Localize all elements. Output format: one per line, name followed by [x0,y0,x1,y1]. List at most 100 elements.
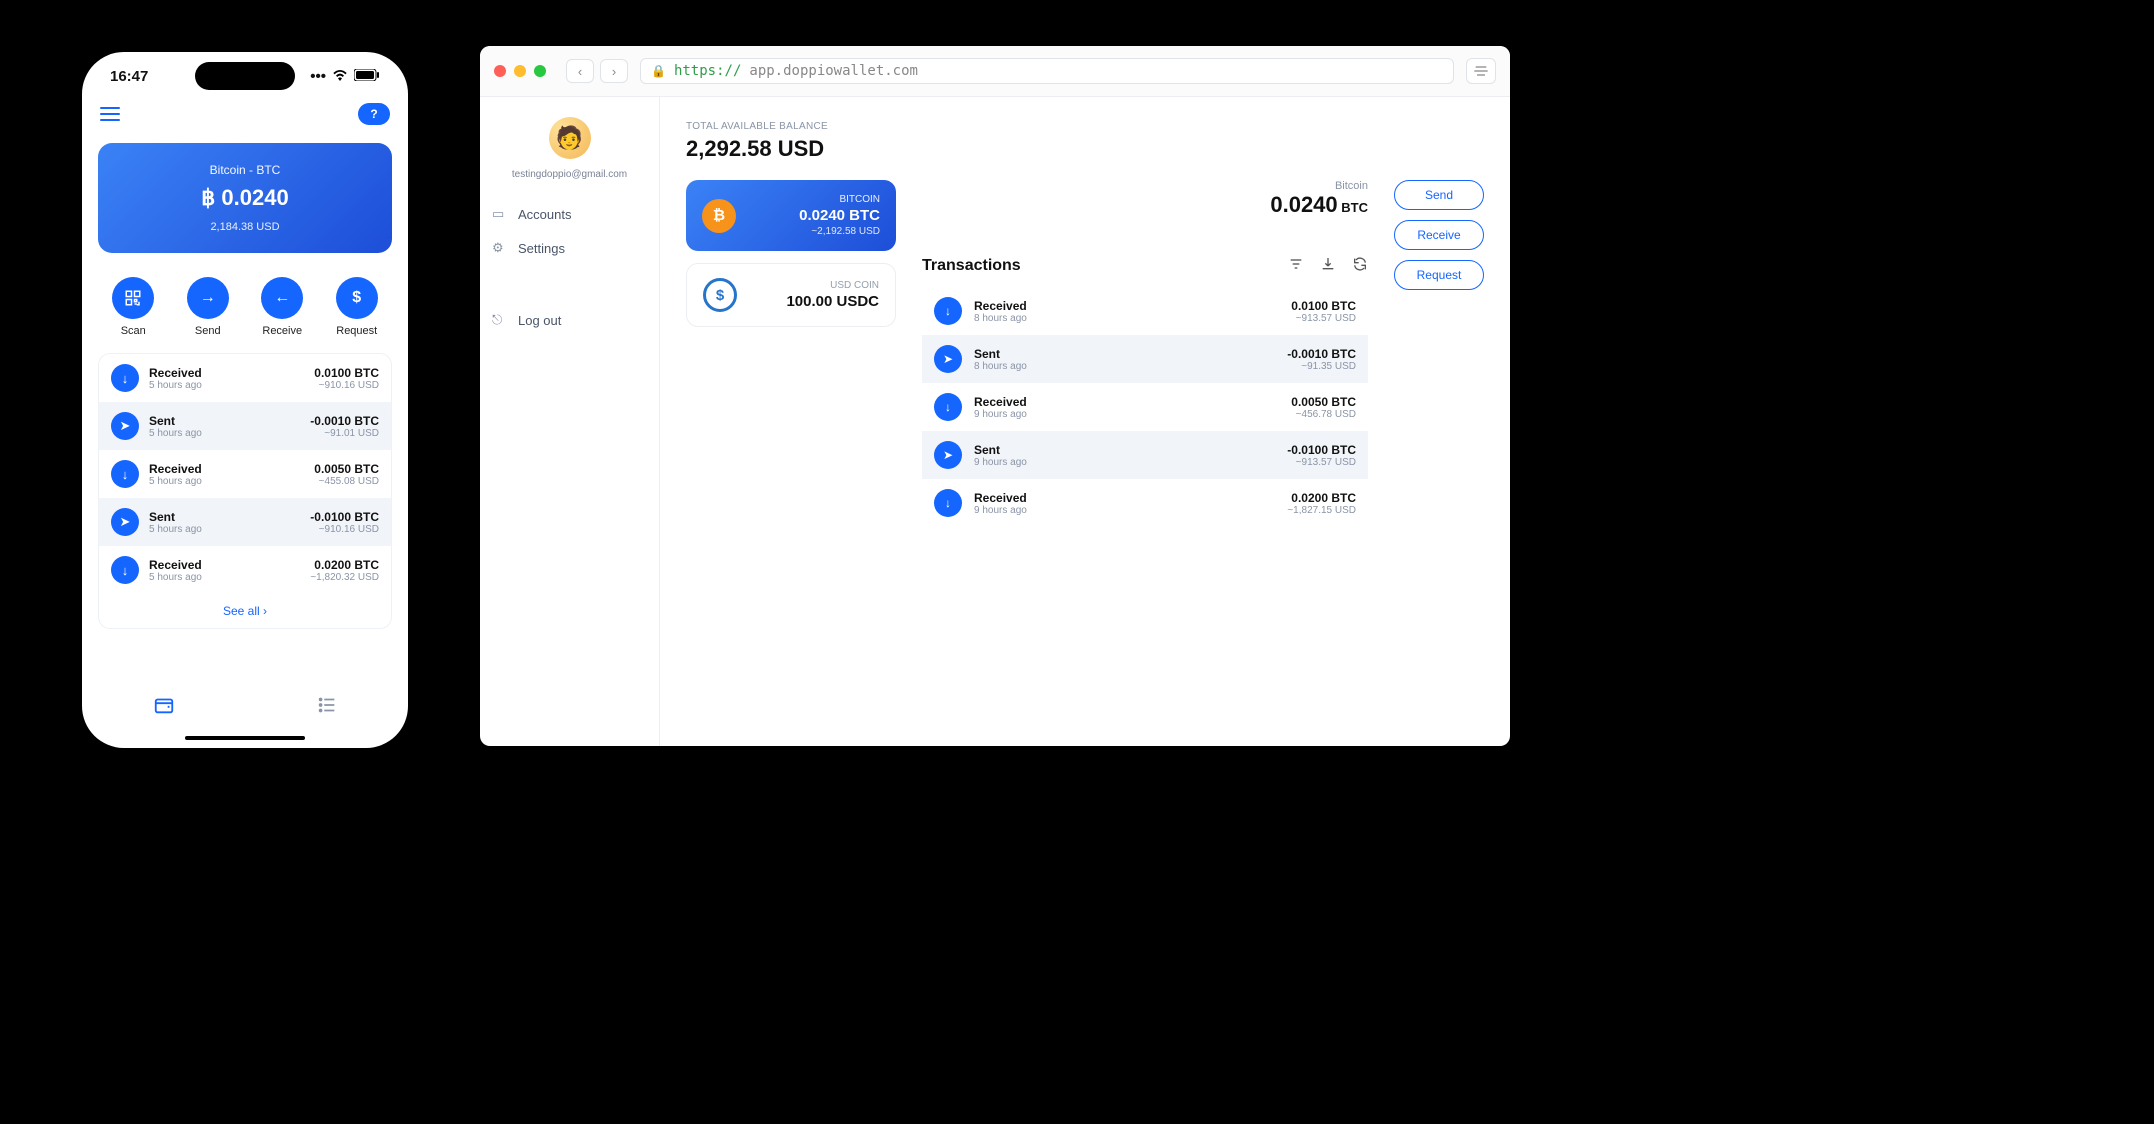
browser-tx-row[interactable]: ➤ Sent9 hours ago -0.0100 BTC~913.57 USD [922,431,1368,479]
receive-label: Receive [262,325,302,337]
wallet-amount: 0.0240 BTC [748,207,880,224]
tx-type: Received [974,491,1275,505]
export-icon[interactable] [1320,256,1336,275]
sidebar-item-logout[interactable]: ⎋ Log out [492,312,647,328]
list-tab-icon[interactable] [316,694,338,722]
avatar[interactable]: 🧑 [549,117,591,159]
request-button-label: Request [1417,268,1462,282]
tx-amount: 0.0050 BTC [1291,395,1356,409]
main-content: TOTAL AVAILABLE BALANCE 2,292.58 USD ₿ B… [660,97,1510,746]
filter-icon[interactable] [1288,256,1304,275]
download-icon: ↓ [934,297,962,325]
scan-label: Scan [121,325,146,337]
send-action[interactable]: → Send [187,277,229,337]
tx-type: Received [149,558,300,572]
phone-tx-row[interactable]: ↓ Received5 hours ago 0.0100 BTC~910.16 … [99,354,391,402]
coin-summary: Bitcoin 0.0240 BTC [922,180,1368,218]
see-all-label: See all [223,604,260,618]
phone-topbar: ? [82,85,408,135]
send-button[interactable]: Send [1394,180,1484,210]
send-icon: ➤ [111,508,139,536]
wallet-name: BITCOIN [748,194,880,205]
maximize-window-icon[interactable] [534,65,546,77]
phone-tx-row[interactable]: ↓ Received5 hours ago 0.0050 BTC~455.08 … [99,450,391,498]
url-protocol: https:// [674,63,741,79]
tx-type: Sent [149,510,300,524]
tx-ago: 5 hours ago [149,524,300,535]
menu-icon[interactable] [100,103,120,125]
wallet-list: ₿ BITCOIN 0.0240 BTC ~2,192.58 USD $ USD… [686,180,896,327]
battery-icon [354,68,380,85]
browser-tx-row[interactable]: ↓ Received9 hours ago 0.0050 BTC~456.78 … [922,383,1368,431]
url-host: app.doppiowallet.com [749,63,918,79]
phone-tx-row[interactable]: ➤ Sent5 hours ago -0.0100 BTC~910.16 USD [99,498,391,546]
tx-fiat: ~913.57 USD [1291,313,1356,324]
balance-card-fiat: 2,184.38 USD [108,221,382,233]
home-indicator[interactable] [185,736,305,740]
wallet-card-usdc[interactable]: $ USD COIN 100.00 USDC [686,263,896,327]
browser-window: ‹ › 🔒 https:// app.doppiowallet.com 🧑 tes… [480,46,1510,746]
receive-action[interactable]: ← Receive [261,277,303,337]
balance-label: TOTAL AVAILABLE BALANCE [686,121,1484,132]
url-bar[interactable]: 🔒 https:// app.doppiowallet.com [640,58,1454,84]
wallet-tab-icon[interactable] [153,694,175,722]
sidebar-item-settings[interactable]: ⚙ Settings [492,240,647,256]
tx-type: Sent [974,347,1275,361]
usdc-icon: $ [703,278,737,312]
phone-actions: Scan → Send ← Receive $ Request [82,261,408,347]
receive-button[interactable]: Receive [1394,220,1484,250]
minimize-window-icon[interactable] [514,65,526,77]
tx-amount: -0.0010 BTC [1287,347,1356,361]
phone-screen: 16:47 ••• ? Bitcoin - BTC ฿ 0.0240 2,184… [82,52,408,748]
tx-amount: 0.0100 BTC [1291,299,1356,313]
qr-icon [112,277,154,319]
download-icon: ↓ [111,364,139,392]
scan-action[interactable]: Scan [112,277,154,337]
download-icon: ↓ [934,393,962,421]
wallet-fiat: ~2,192.58 USD [748,226,880,237]
browser-menu-icon[interactable] [1466,58,1496,84]
phone-tx-row[interactable]: ➤ Sent5 hours ago -0.0010 BTC~91.01 USD [99,402,391,450]
phone-tx-row[interactable]: ↓ Received5 hours ago 0.0200 BTC~1,820.3… [99,546,391,594]
request-label: Request [336,325,377,337]
wallet-amount: 100.00 USDC [749,293,879,310]
arrow-left-icon: ← [261,277,303,319]
coin-value: 0.0240 [1270,192,1337,217]
send-button-label: Send [1425,188,1453,202]
help-button[interactable]: ? [358,103,390,125]
tx-ago: 5 hours ago [149,572,300,583]
browser-tx-row[interactable]: ↓ Received9 hours ago 0.0200 BTC~1,827.1… [922,479,1368,527]
balance-card[interactable]: Bitcoin - BTC ฿ 0.0240 2,184.38 USD [98,143,392,253]
action-buttons: Send Receive Request [1394,180,1484,290]
sidebar-item-accounts[interactable]: ▭ Accounts [492,206,647,222]
tx-ago: 5 hours ago [149,476,304,487]
wallet-card-bitcoin[interactable]: ₿ BITCOIN 0.0240 BTC ~2,192.58 USD [686,180,896,251]
tx-ago: 5 hours ago [149,428,300,439]
phone-tabbar [82,678,408,730]
lock-icon: 🔒 [651,64,666,78]
coin-unit: BTC [1338,200,1368,215]
request-button[interactable]: Request [1394,260,1484,290]
tx-type: Received [149,366,304,380]
browser-tx-row[interactable]: ➤ Sent8 hours ago -0.0010 BTC~91.35 USD [922,335,1368,383]
back-button[interactable]: ‹ [566,59,594,83]
tx-fiat: ~91.01 USD [310,428,379,439]
sidebar: 🧑 testingdoppio@gmail.com ▭ Accounts ⚙ S… [480,97,660,746]
see-all-link[interactable]: See all › [99,594,391,628]
phone-frame: 16:47 ••• ? Bitcoin - BTC ฿ 0.0240 2,184… [70,40,420,760]
tx-ago: 9 hours ago [974,409,1279,420]
wallet-name: USD COIN [749,280,879,291]
browser-tx-row[interactable]: ↓ Received8 hours ago 0.0100 BTC~913.57 … [922,287,1368,335]
refresh-icon[interactable] [1352,256,1368,275]
close-window-icon[interactable] [494,65,506,77]
tx-fiat: ~910.16 USD [314,380,379,391]
forward-button[interactable]: › [600,59,628,83]
tx-type: Received [149,462,304,476]
transactions-panel: Bitcoin 0.0240 BTC Transactions [922,180,1368,527]
tx-amount: -0.0010 BTC [310,414,379,428]
transactions-title: Transactions [922,257,1021,275]
tx-fiat: ~1,827.15 USD [1287,505,1356,516]
request-action[interactable]: $ Request [336,277,378,337]
tx-ago: 8 hours ago [974,313,1279,324]
receive-button-label: Receive [1417,228,1460,242]
